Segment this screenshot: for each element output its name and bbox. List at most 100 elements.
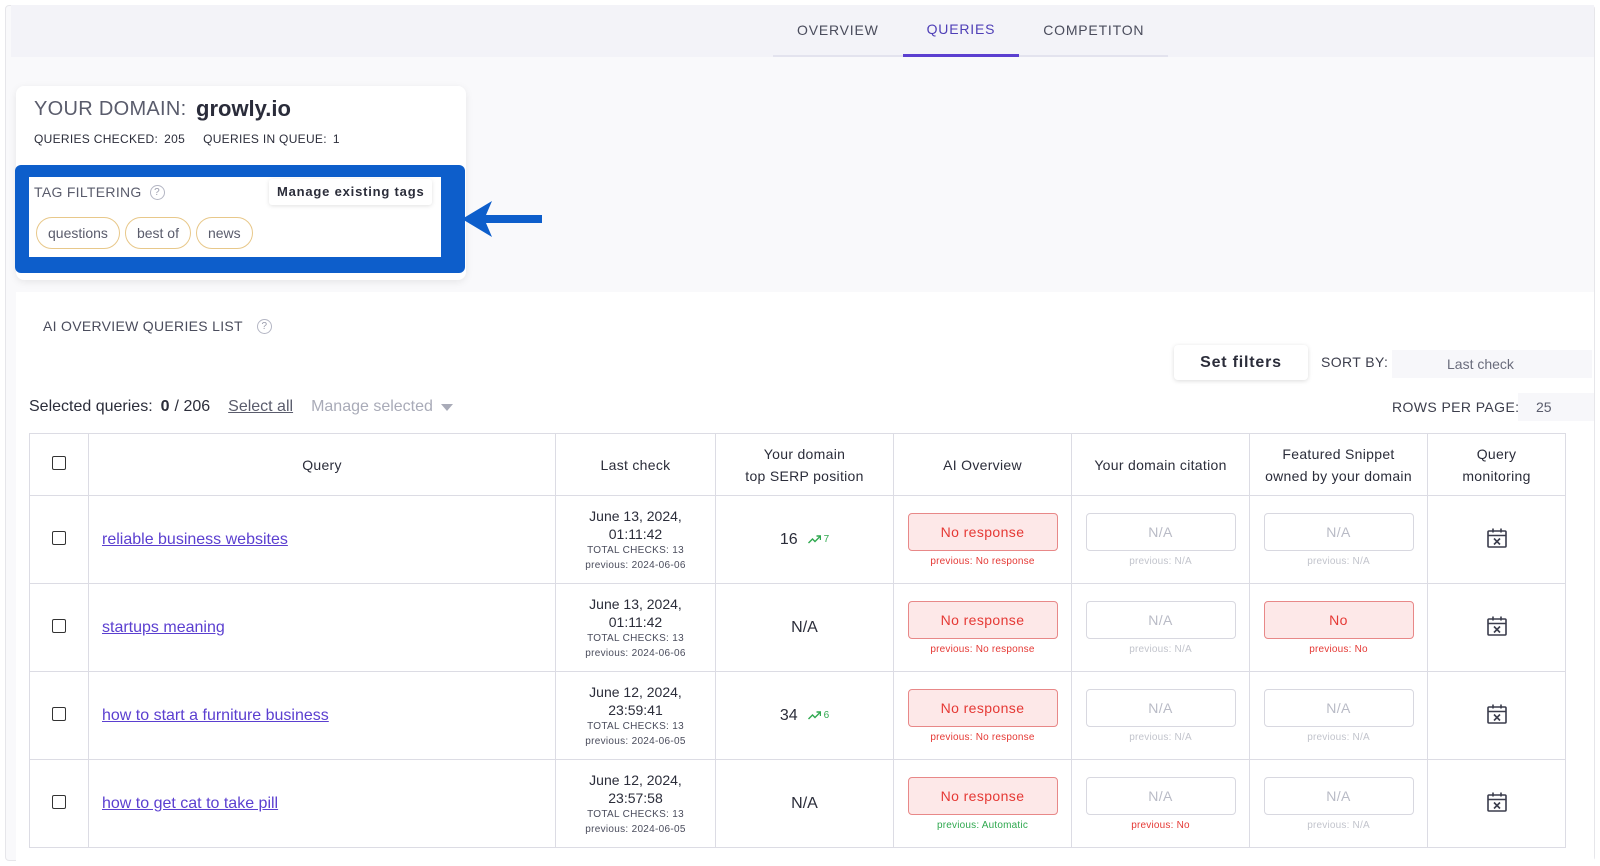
table-row: how to start a furniture business June 12… — [29, 671, 1566, 760]
header-serp-line1: Your domain — [763, 445, 846, 462]
snippet-status: N/A — [1263, 688, 1414, 727]
header-query-monitoring[interactable]: Query monitoring — [1427, 433, 1566, 496]
previous-check: previous: 2024-06-05 — [585, 735, 686, 747]
queries-checked-value: 205 — [164, 132, 186, 146]
set-filters-button[interactable]: Set filters — [1174, 345, 1308, 380]
tab-overview[interactable]: OVERVIEW — [773, 5, 903, 55]
tag-best-of[interactable]: best of — [124, 217, 191, 249]
tab-competition[interactable]: COMPETITON — [1019, 5, 1168, 55]
help-icon[interactable]: ? — [256, 318, 272, 334]
calendar-remove-icon[interactable] — [1485, 526, 1509, 550]
table-row: startups meaning June 13, 2024, 01:11:42 TO… — [29, 583, 1566, 672]
snippet-status: No — [1263, 600, 1414, 639]
snippet-status: N/A — [1263, 512, 1414, 551]
last-check-date: June 12, 2024, — [589, 683, 682, 700]
header-query[interactable]: Query — [88, 433, 556, 496]
manage-tags-button[interactable]: Manage existing tags — [269, 179, 433, 205]
tag-filtering-panel: TAG FILTERING ? Manage existing tags que… — [29, 177, 441, 257]
header-serp-position[interactable]: Your domain top SERP position — [715, 433, 894, 496]
trend-up-icon — [807, 711, 821, 720]
header-monitoring-line2: monitoring — [1462, 467, 1531, 484]
query-cell: how to start a furniture business — [88, 671, 556, 760]
domain-name: growly.io — [196, 96, 291, 121]
row-checkbox[interactable] — [52, 707, 66, 721]
ai-overview-previous: previous: Automatic — [936, 819, 1029, 831]
queries-list-title: AI OVERVIEW QUERIES LIST ? — [43, 318, 272, 334]
tag-filtering-title: TAG FILTERING — [34, 184, 142, 200]
serp-position-value: N/A — [791, 618, 818, 636]
rows-per-page-select[interactable]: 25 — [1518, 393, 1594, 421]
calendar-remove-icon[interactable] — [1485, 790, 1509, 814]
citation-cell: N/A previous: N/A — [1071, 495, 1250, 584]
manage-selected-label: Manage selected — [311, 398, 433, 415]
select-all-checkbox[interactable] — [52, 455, 66, 470]
tag-filtering-highlight: TAG FILTERING ? Manage existing tags que… — [15, 165, 465, 273]
serp-position-cell: N/A — [715, 583, 894, 672]
queries-in-queue-value: 1 — [332, 132, 340, 146]
tag-questions[interactable]: questions — [36, 217, 120, 249]
row-checkbox-cell — [29, 583, 89, 672]
query-link[interactable]: how to get cat to take pill — [102, 795, 278, 812]
row-checkbox[interactable] — [52, 619, 66, 633]
citation-status: N/A — [1085, 512, 1236, 551]
manage-selected-dropdown[interactable]: Manage selected — [311, 398, 453, 416]
table-row: reliable business websites June 13, 2024,… — [29, 495, 1566, 584]
help-icon[interactable]: ? — [149, 184, 165, 200]
citation-previous: previous: N/A — [1129, 555, 1192, 567]
snippet-cell: No previous: No — [1249, 583, 1428, 672]
serp-position-value: 34 — [779, 706, 798, 724]
query-link[interactable]: startups meaning — [102, 619, 225, 636]
selected-queries-label: Selected queries: — [29, 398, 153, 415]
last-check-cell: June 12, 2024, 23:57:58 TOTAL CHECKS: 13 pr… — [555, 759, 716, 848]
previous-check: previous: 2024-06-05 — [585, 823, 686, 835]
serp-trend: 7 — [807, 534, 829, 545]
ai-overview-status: No response — [907, 776, 1058, 815]
last-check-time: 23:57:58 — [608, 789, 663, 806]
query-cell: reliable business websites — [88, 495, 556, 584]
monitoring-cell — [1427, 583, 1566, 672]
tab-queries[interactable]: QUERIES — [902, 5, 1020, 57]
ai-overview-cell: No response previous: No response — [893, 495, 1072, 584]
header-citation[interactable]: Your domain citation — [1071, 433, 1250, 496]
previous-check: previous: 2024-06-06 — [585, 559, 686, 571]
row-checkbox-cell — [29, 495, 89, 584]
citation-previous: previous: N/A — [1129, 643, 1192, 655]
last-check-time: 23:59:41 — [608, 701, 663, 718]
last-check-date: June 13, 2024, — [589, 507, 682, 524]
snippet-previous: previous: N/A — [1307, 819, 1370, 831]
trend-up-icon — [807, 535, 821, 544]
last-check-date: June 12, 2024, — [589, 771, 682, 788]
query-link[interactable]: reliable business websites — [102, 531, 288, 548]
snippet-cell: N/A previous: N/A — [1249, 495, 1428, 584]
calendar-remove-icon[interactable] — [1485, 702, 1509, 726]
citation-cell: N/A previous: No — [1071, 759, 1250, 848]
serp-trend-value: 6 — [823, 710, 830, 721]
header-checkbox-cell — [29, 433, 89, 496]
selection-bar: Selected queries: 0 / 206 Select all Man… — [29, 398, 453, 416]
last-check-cell: June 13, 2024, 01:11:42 TOTAL CHECKS: 13 pr… — [555, 495, 716, 584]
calendar-remove-icon[interactable] — [1485, 614, 1509, 638]
ai-overview-previous: previous: No response — [930, 731, 1035, 743]
tag-news[interactable]: news — [195, 217, 253, 249]
header-featured-snippet[interactable]: Featured Snippet owned by your domain — [1249, 433, 1428, 496]
queries-checked-label: QUERIES CHECKED: — [34, 132, 159, 146]
citation-previous: previous: N/A — [1129, 731, 1192, 743]
selected-total: / 206 — [174, 398, 211, 415]
header-last-check[interactable]: Last check — [555, 433, 716, 496]
row-checkbox[interactable] — [52, 531, 66, 545]
table-row: how to get cat to take pill June 12, 2024… — [29, 759, 1566, 848]
query-link[interactable]: how to start a furniture business — [102, 707, 329, 724]
selected-count: 0 — [160, 398, 170, 415]
citation-cell: N/A previous: N/A — [1071, 671, 1250, 760]
select-all-link[interactable]: Select all — [228, 398, 293, 416]
row-checkbox[interactable] — [52, 795, 66, 809]
sort-by-select[interactable]: Last check — [1392, 350, 1592, 378]
queries-in-queue: QUERIES IN QUEUE: 1 — [203, 132, 340, 146]
last-check-cell: June 12, 2024, 23:59:41 TOTAL CHECKS: 13 pr… — [555, 671, 716, 760]
last-check-date: June 13, 2024, — [589, 595, 682, 612]
citation-status: N/A — [1085, 776, 1236, 815]
header-ai-overview[interactable]: AI Overview — [893, 433, 1072, 496]
citation-cell: N/A previous: N/A — [1071, 583, 1250, 672]
last-check-cell: June 13, 2024, 01:11:42 TOTAL CHECKS: 13 pr… — [555, 583, 716, 672]
ai-overview-previous: previous: No response — [930, 555, 1035, 567]
